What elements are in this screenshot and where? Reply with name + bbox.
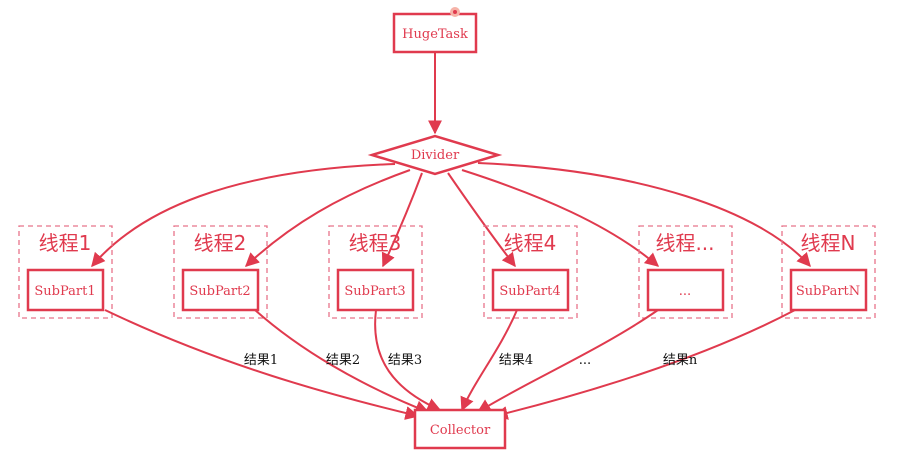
subpart-label-n: SubPartN [796,284,860,299]
thread-label-4: 线程4 [504,231,557,255]
divider-label: Divider [411,148,460,163]
subpart-label-4: SubPart4 [499,284,560,299]
result-label-2: 结果2 [326,353,360,368]
thread-label-1: 线程1 [39,231,92,255]
subpart-label-2: SubPart2 [189,284,250,299]
result-label-1: 结果1 [244,353,278,368]
thread-group-n: 线程N SubPartN [781,225,876,319]
huge-task-label: HugeTask [402,27,468,42]
result-label-5: ... [579,353,591,368]
subpart-label-3: SubPart3 [344,284,405,299]
thread-label-n: 线程N [801,231,856,255]
cursor-dot [450,7,460,17]
thread-group-1: 线程1 SubPart1 [18,225,113,319]
result-label-4: 结果4 [499,353,533,368]
collector-label: Collector [430,423,491,438]
collector-node: Collector [413,408,507,450]
thread-group-3: 线程3 SubPart3 [328,225,423,319]
result-label-3: 结果3 [388,353,422,368]
thread-label-5: 线程... [655,231,714,255]
divider-node: Divider [367,134,503,176]
flow-diagram: HugeTask Divider 线程1 SubPart1 线程2 SubPar… [18,7,876,450]
thread-group-4: 线程4 SubPart4 [483,225,578,319]
result-label-n: 结果n [663,353,698,368]
thread-group-2: 线程2 SubPart2 [173,225,268,319]
thread-label-2: 线程2 [194,231,247,255]
thread-label-3: 线程3 [349,231,402,255]
thread-group-5: 线程... ... [638,225,733,319]
subpart-label-5: ... [679,284,691,299]
edge-divider-subpart5 [461,169,660,267]
subpart-label-1: SubPart1 [34,284,95,299]
huge-task-node: HugeTask [392,12,478,54]
edge-subpartn-collector [493,309,796,420]
